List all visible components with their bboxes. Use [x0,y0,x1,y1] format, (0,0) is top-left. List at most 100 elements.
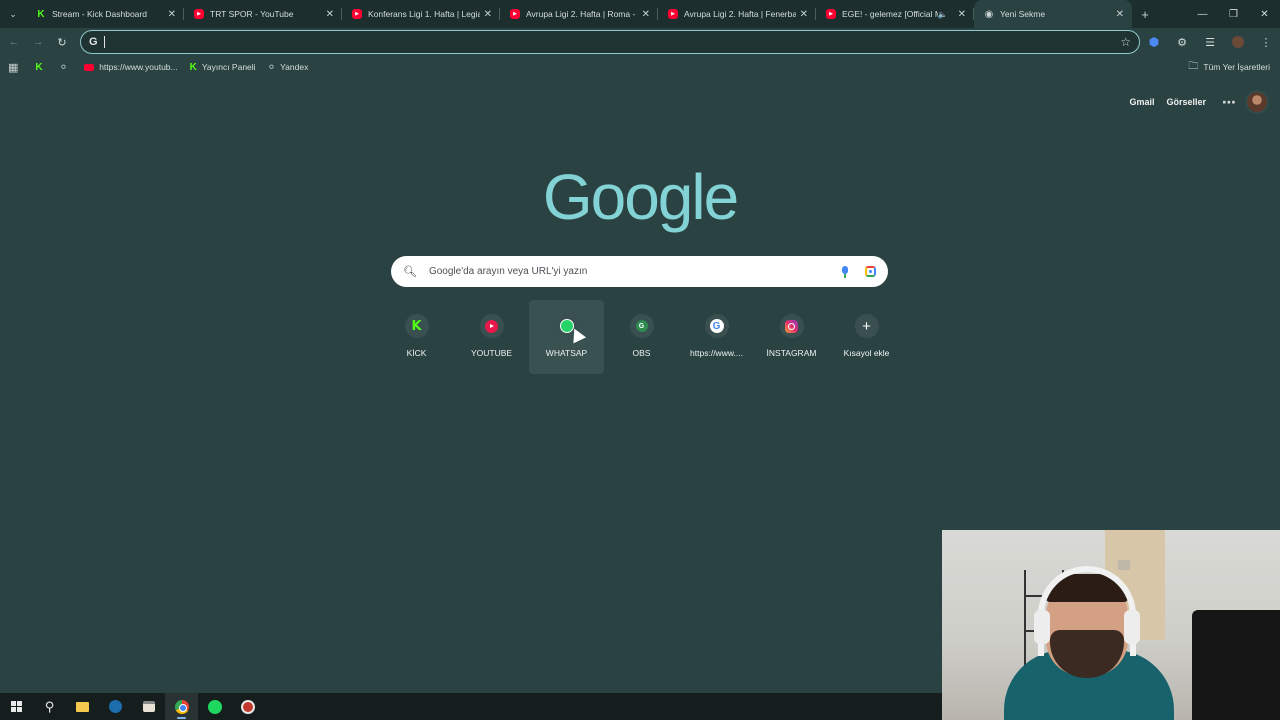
new-tab-button[interactable]: + [1132,0,1158,28]
tab-title: Stream - Kick Dashboard [52,9,147,19]
bookmark-globe[interactable]: ⚪ [54,56,79,78]
spotify-icon [207,699,222,714]
bookmark-star-icon[interactable]: ☆ [1120,35,1131,49]
search-placeholder: Google'da arayın veya URL'yi yazın [428,266,588,277]
google-lens-icon[interactable] [865,266,876,277]
globe-icon: ⚪ [59,61,68,72]
images-link[interactable]: Görseller [1166,97,1206,107]
webcam-headset-band [1038,566,1136,656]
youtube-icon: ▶ [668,9,678,19]
tab-avrupa-ligi-fenerbahce[interactable]: ▶ Avrupa Ligi 2. Hafta | Fenerbah ✕ [658,0,816,28]
shortcut-youtube[interactable]: YOUTUBE [454,300,529,374]
media-control-icon[interactable]: ☰ [1196,28,1224,56]
taskbar-search[interactable]: ⚲ [33,693,66,720]
steam-icon [109,700,122,713]
bookmark-yayinci-paneli[interactable]: K Yayıncı Paneli [184,56,262,78]
tab-new-tab[interactable]: ◉ Yeni Sekme ✕ [974,0,1132,28]
search-icon: 🔍︎ [403,266,417,278]
tab-kick-dashboard[interactable]: K Stream - Kick Dashboard ✕ [26,0,184,28]
windows-icon [11,701,22,712]
gmail-link[interactable]: Gmail [1129,97,1154,107]
taskbar-obs[interactable] [231,693,264,720]
close-icon[interactable]: ✕ [642,9,650,20]
shortcut-obs[interactable]: G OBS [604,300,679,374]
tab-title: Yeni Sekme [1000,9,1046,19]
apps-grid-icon: ▦ [8,61,19,74]
shortcut-instagram[interactable]: İNSTAGRAM [754,300,829,374]
bookmark-kick[interactable]: K [29,56,53,78]
tab-title: Konferans Ligi 1. Hafta | Legia [368,9,480,19]
search-box[interactable]: 🔍︎ Google'da arayın veya URL'yi yazın [391,256,888,287]
add-shortcut-button[interactable]: + Kısayol ekle [829,300,904,374]
google-g-icon: G [89,36,98,48]
speaker-icon[interactable]: 🔈 [938,10,948,19]
kick-icon: K [37,8,45,20]
tab-title: Avrupa Ligi 2. Hafta | Fenerbah [684,9,796,19]
youtube-icon [84,63,95,71]
taskbar-file-explorer[interactable] [66,693,99,720]
obs-icon [240,699,255,714]
bookmark-youtube[interactable]: https://www.youtub... [78,56,183,78]
forward-icon[interactable]: → [26,30,50,54]
microphone-icon[interactable] [841,265,849,278]
shortcut-icon-circle: G [704,314,729,338]
instagram-icon [785,319,798,333]
reload-icon[interactable]: ↻ [50,30,74,54]
google-apps-icon[interactable]: ⋯ [1222,94,1236,111]
shortcut-google-url[interactable]: G https://www.... [679,300,754,374]
close-window-icon[interactable]: ✕ [1249,0,1280,28]
obs-icon: G [635,320,648,332]
restore-icon[interactable]: ❐ [1218,0,1249,28]
taskbar-chrome[interactable] [165,693,198,720]
apps-shortcut[interactable]: ▦ [0,56,29,78]
tab-avrupa-ligi-roma[interactable]: ▶ Avrupa Ligi 2. Hafta | Roma - L ✕ [500,0,658,28]
window-controls: — ❐ ✕ [1187,0,1280,28]
taskbar-store[interactable] [132,693,165,720]
tab-title: TRT SPOR - YouTube [210,9,294,19]
all-bookmarks-label: Tüm Yer İşaretleri [1203,62,1270,72]
profile-avatar[interactable] [1232,36,1244,48]
shortcut-label: OBS [632,348,651,358]
bookmark-label: Yayıncı Paneli [201,62,256,72]
bookmark-yandex[interactable]: ⚪ Yandex [262,56,315,78]
youtube-icon: ▶ [826,9,836,19]
close-icon[interactable]: ✕ [1116,9,1124,20]
shortcuts-grid: K KİCK YOUTUBE WHATSAP G OBS G https://w… [379,300,904,374]
extension-icon[interactable]: ⬢ [1140,28,1168,56]
webcam-background-lamp [1118,560,1130,570]
globe-icon: ⚪ [267,61,276,72]
chrome-icon [174,699,189,714]
close-icon[interactable]: ✕ [168,9,176,20]
webcam-headset-cup [1124,610,1140,644]
minimize-icon[interactable]: — [1187,0,1218,28]
close-icon[interactable]: ✕ [484,9,492,20]
close-icon[interactable]: ✕ [326,9,334,20]
store-icon [142,701,155,712]
address-bar[interactable]: G ☆ [80,30,1140,54]
close-icon[interactable]: ✕ [800,9,808,20]
menu-kebab-icon[interactable]: ⋮ [1252,28,1280,56]
toolbar-right: ⬢ ⚙ ☰ ⋮ [1140,28,1280,56]
extensions-puzzle-icon[interactable]: ⚙ [1168,28,1196,56]
account-avatar[interactable] [1245,90,1269,114]
tab-konferans-ligi[interactable]: ▶ Konferans Ligi 1. Hafta | Legia ✕ [342,0,500,28]
shortcut-kick[interactable]: K KİCK [379,300,454,374]
kick-icon: K [35,61,43,73]
kick-icon: K [189,61,197,73]
shortcut-label: WHATSAP [545,348,588,358]
youtube-icon [485,319,498,333]
bookmark-label: https://www.youtub... [99,62,178,72]
address-input[interactable] [103,36,1121,48]
close-icon[interactable]: ✕ [958,9,966,20]
tab-ege-gelemez[interactable]: ▶ EGE! - gelemez [Official Mu 🔈 ✕ [816,0,974,28]
taskbar-spotify[interactable] [198,693,231,720]
all-bookmarks[interactable]: 🗀 Tüm Yer İşaretleri [1188,56,1270,78]
start-button[interactable] [0,693,33,720]
taskbar-steam[interactable] [99,693,132,720]
shortcut-whatsapp[interactable]: WHATSAP [529,300,604,374]
tab-trt-spor[interactable]: ▶ TRT SPOR - YouTube ✕ [184,0,342,28]
tab-search-button[interactable]: ⌄ [0,0,26,28]
google-icon: G [709,319,724,333]
back-icon[interactable]: ← [2,30,26,54]
shortcut-icon-circle: + [854,314,879,338]
